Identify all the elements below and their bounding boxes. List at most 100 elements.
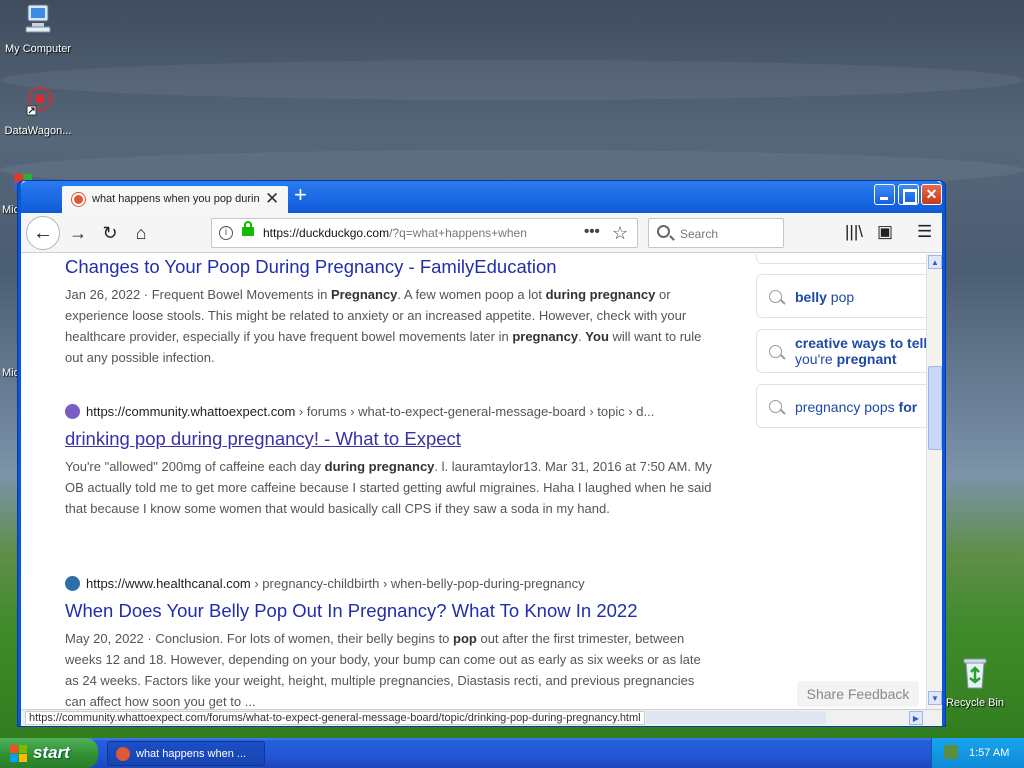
snippet-bold: You <box>585 329 609 344</box>
snippet-text: You're "allowed" 200mg of caffeine each … <box>65 459 325 474</box>
desktop-icon-datawagon[interactable]: DataWagon... <box>0 84 76 137</box>
desktop-icon-recycle-bin[interactable]: Recycle Bin <box>937 656 1013 709</box>
desktop-icon-label: Recycle Bin <box>945 697 1005 709</box>
back-button[interactable]: ← <box>26 216 60 250</box>
forward-button[interactable]: → <box>64 219 92 247</box>
scroll-down-icon[interactable]: ▼ <box>928 691 942 705</box>
search-input[interactable]: Search <box>648 218 784 248</box>
result-url[interactable]: https://www.healthcanal.com › pregnancy-… <box>65 576 715 594</box>
search-placeholder: Search <box>680 227 719 241</box>
result-path: › pregnancy-childbirth › when-belly-pop-… <box>250 576 585 591</box>
related-search-item[interactable]: creative ways to tell you're pregnant <box>756 329 926 373</box>
sidebar-icon[interactable]: ▣ <box>877 222 893 242</box>
search-icon <box>657 225 670 238</box>
result-snippet: You're "allowed" 200mg of caffeine each … <box>65 456 715 519</box>
horizontal-scrollbar[interactable] <box>646 711 826 724</box>
maximize-button[interactable] <box>898 184 919 205</box>
close-window-button[interactable]: ✕ <box>921 184 942 205</box>
result-title-link[interactable]: Changes to Your Poop During Pregnancy - … <box>65 256 715 278</box>
related-bold: pregnant <box>832 351 897 367</box>
result-site: https://www.healthcanal.com <box>86 576 251 591</box>
close-icon: ✕ <box>925 186 938 202</box>
vertical-scrollbar[interactable]: ▲ ▼ <box>926 254 942 709</box>
related-bold: for <box>898 399 918 415</box>
result-snippet: May 20, 2022 · Conclusion. For lots of w… <box>65 628 715 709</box>
windows-flag-icon <box>10 745 27 762</box>
related-text: pregnancy pops <box>795 399 899 415</box>
bookmark-star-icon[interactable]: ☆ <box>612 223 628 244</box>
related-text: you're <box>795 351 833 367</box>
library-icon[interactable]: |||\ <box>845 222 863 242</box>
whattoexpect-icon <box>65 404 80 419</box>
related-search-item[interactable]: pregnancy pops for <box>756 384 926 428</box>
page-actions-icon[interactable]: ••• <box>584 223 600 240</box>
start-button[interactable]: start <box>0 738 98 768</box>
address-bar[interactable]: i https://duckduckgo.com/?q=what+happens… <box>211 218 638 248</box>
desktop-icon-label: DataWagon... <box>4 125 72 137</box>
result-url[interactable]: https://community.whattoexpect.com › for… <box>65 404 715 422</box>
snippet-bold: during pregnancy <box>545 287 656 302</box>
result-path: › forums › what-to-expect-general-messag… <box>295 404 655 419</box>
related-search-item[interactable] <box>756 254 926 264</box>
snippet-text: . A few women poop a lot <box>397 287 546 302</box>
scroll-right-icon[interactable]: ▶ <box>909 711 923 725</box>
network-icon[interactable] <box>944 745 958 759</box>
search-result: https://community.whattoexpect.com › for… <box>65 404 715 519</box>
result-title-link[interactable]: drinking pop during pregnancy! - What to… <box>65 428 715 450</box>
snippet-bold: Pregnancy <box>330 287 398 302</box>
tab-active[interactable]: what happens when you pop during ✕ <box>62 184 288 213</box>
snippet-bold: during pregnancy <box>324 459 435 474</box>
status-url: https://community.whattoexpect.com/forum… <box>25 711 645 725</box>
new-tab-button[interactable]: + <box>294 184 307 206</box>
taskbar: start what happens when ... 1:57 AM <box>0 738 1024 768</box>
home-button[interactable]: ⌂ <box>127 219 155 247</box>
snippet-bold: pregnancy <box>512 329 579 344</box>
menu-icon[interactable]: ☰ <box>917 222 932 242</box>
tab-bar: what happens when you pop during ✕ + ✕ <box>21 181 942 213</box>
share-feedback-button[interactable]: Share Feedback <box>797 681 919 707</box>
related-text: pop <box>826 289 855 305</box>
tab-close-icon[interactable]: ✕ <box>265 189 279 209</box>
scroll-up-icon[interactable]: ▲ <box>928 255 942 269</box>
snippet-text: May 20, 2022 · Conclusion. For lots of w… <box>65 631 454 646</box>
system-tray: 1:57 AM <box>931 738 1024 768</box>
navigation-toolbar: ← → ↻ ⌂ i https://duckduckgo.com/?q=what… <box>21 213 942 253</box>
recycle-bin-icon <box>963 658 987 689</box>
desktop-icon-label: My Computer <box>4 43 72 55</box>
taskbar-item-browser[interactable]: what happens when ... <box>107 741 265 766</box>
desktop-icon-label: Mic <box>2 367 20 379</box>
desktop-icon-mic-1[interactable]: Mic <box>0 172 32 216</box>
search-icon <box>769 400 782 413</box>
snippet-bold: pop <box>453 631 477 646</box>
related-search-item[interactable]: belly pop <box>756 274 926 318</box>
scrollbar-thumb[interactable] <box>928 366 942 450</box>
lock-icon <box>242 221 254 236</box>
datawagon-icon <box>26 86 53 116</box>
clock: 1:57 AM <box>969 747 1010 759</box>
wordpress-icon <box>65 576 80 591</box>
search-icon <box>769 345 782 358</box>
firefox-icon <box>116 747 130 761</box>
result-title-link[interactable]: When Does Your Belly Pop Out In Pregnanc… <box>65 600 715 622</box>
desktop-icon-my-computer[interactable]: My Computer <box>0 2 76 55</box>
url-host: https://duckduckgo.com <box>263 226 390 240</box>
result-snippet: Jan 26, 2022 · Frequent Bowel Movements … <box>65 284 715 368</box>
reload-button[interactable]: ↻ <box>96 219 124 247</box>
status-bar: https://community.whattoexpect.com/forum… <box>21 709 942 726</box>
maximize-icon <box>899 185 918 204</box>
result-site: https://community.whattoexpect.com <box>86 404 296 419</box>
search-icon <box>769 290 782 303</box>
browser-window: what happens when you pop during ✕ + ✕ ←… <box>18 181 945 726</box>
url-path: /?q=what+happens+when <box>389 226 527 240</box>
url-text[interactable]: https://duckduckgo.com/?q=what+happens+w… <box>263 226 553 240</box>
taskbar-item-label: what happens when ... <box>136 748 247 760</box>
info-icon[interactable]: i <box>219 226 233 240</box>
desktop-icon-label: Mic <box>2 204 20 216</box>
tab-title: what happens when you pop during <box>92 193 260 205</box>
snippet-text: Jan 26, 2022 · Frequent Bowel Movements … <box>65 287 331 302</box>
related-bold: belly <box>795 289 827 305</box>
sky-cloud <box>0 60 1024 100</box>
search-result: Changes to Your Poop During Pregnancy - … <box>65 254 715 368</box>
search-result: https://www.healthcanal.com › pregnancy-… <box>65 576 715 709</box>
minimize-button[interactable] <box>874 184 895 205</box>
